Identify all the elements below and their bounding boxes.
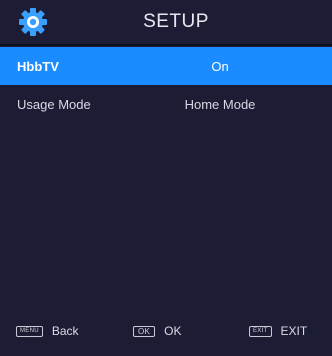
menu-item-value: Home Mode [184, 97, 256, 112]
menu-item-value: On [211, 59, 229, 74]
menu-item-label: Usage Mode [17, 97, 91, 112]
ok-key-icon: OK [133, 325, 156, 337]
header-bar: SETUP [0, 0, 332, 46]
footer-hints: MENU Back OK OK EXIT EXIT [0, 316, 332, 346]
menu-item-usage-mode[interactable]: Usage Mode Home Mode [0, 85, 332, 123]
ok-hint[interactable]: OK OK [133, 324, 182, 338]
menu-item-label: HbbTV [17, 59, 59, 74]
exit-hint[interactable]: EXIT EXIT [249, 324, 307, 338]
exit-key-icon: EXIT [249, 325, 272, 337]
menu-key-icon: MENU [16, 325, 43, 337]
setup-screen: SETUP HbbTV On Usage Mode Home Mode MENU… [0, 0, 332, 356]
exit-label: EXIT [280, 324, 308, 338]
back-hint[interactable]: MENU Back [16, 324, 79, 338]
back-label: Back [51, 324, 79, 338]
menu-item-hbbtv[interactable]: HbbTV On [0, 47, 332, 85]
ok-label: OK [164, 324, 182, 338]
page-title: SETUP [143, 11, 209, 32]
